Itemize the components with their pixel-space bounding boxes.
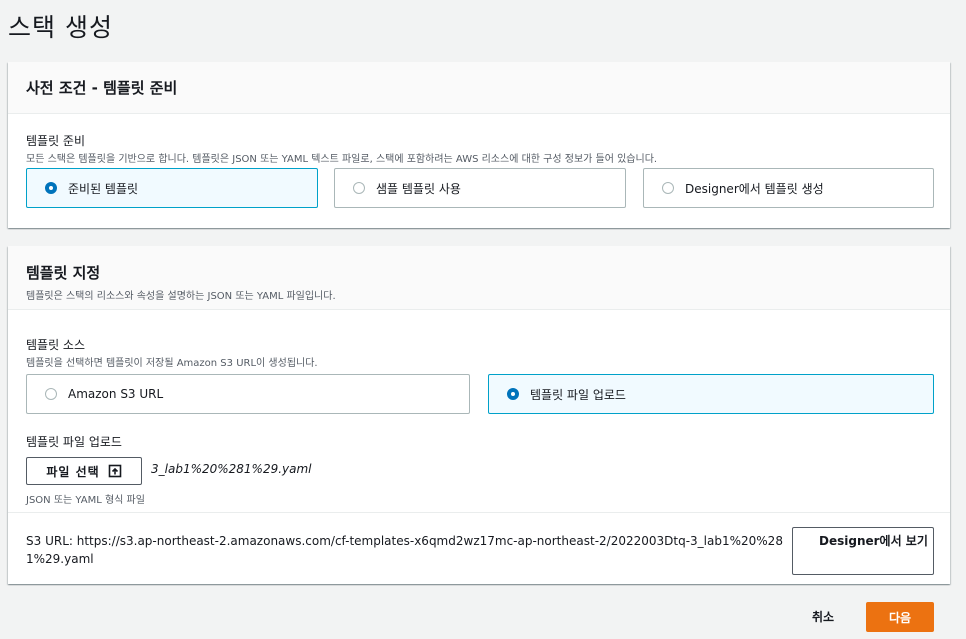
radio-unselected-icon — [353, 182, 365, 194]
template-source-field: 템플릿 소스 템플릿을 선택하면 템플릿이 저장될 Amazon S3 URL이… — [26, 336, 318, 369]
view-in-designer-button[interactable]: Designer에서 보기 — [792, 527, 934, 575]
option-designer-template-label: Designer에서 템플릿 생성 — [685, 181, 824, 196]
radio-unselected-icon — [662, 182, 674, 194]
upload-label: 템플릿 파일 업로드 — [26, 435, 122, 449]
upload-icon — [108, 464, 122, 478]
cancel-button[interactable]: 취소 — [812, 608, 834, 625]
template-prep-desc: 모든 스택은 템플릿을 기반으로 합니다. 템플릿은 JSON 또는 YAML … — [26, 154, 658, 165]
selected-file-name: 3_lab1%20%281%29.yaml — [151, 462, 312, 476]
file-format-hint: JSON 또는 YAML 형식 파일 — [26, 495, 145, 506]
template-source-desc: 템플릿을 선택하면 템플릿이 저장될 Amazon S3 URL이 생성됩니다. — [26, 358, 318, 369]
page-title: 스택 생성 — [8, 13, 113, 42]
next-button[interactable]: 다음 — [866, 602, 934, 632]
radio-selected-icon — [507, 388, 519, 400]
option-amazon-s3-url[interactable]: Amazon S3 URL — [26, 374, 470, 414]
choose-file-button[interactable]: 파일 선택 — [26, 457, 142, 485]
choose-file-label: 파일 선택 — [46, 464, 100, 479]
radio-unselected-icon — [45, 388, 57, 400]
specify-panel-title: 템플릿 지정 — [26, 264, 101, 282]
option-upload-file-label: 템플릿 파일 업로드 — [530, 387, 626, 402]
option-prepared-template-label: 준비된 템플릿 — [68, 181, 139, 196]
option-sample-template[interactable]: 샘플 템플릿 사용 — [334, 168, 626, 208]
radio-selected-icon — [45, 182, 57, 194]
prereq-panel: 사전 조건 - 템플릿 준비 템플릿 준비 모든 스택은 템플릿을 기반으로 합… — [8, 62, 950, 228]
prereq-panel-title: 사전 조건 - 템플릿 준비 — [26, 79, 178, 97]
option-designer-template[interactable]: Designer에서 템플릿 생성 — [643, 168, 934, 208]
specify-panel-header: 템플릿 지정 템플릿은 스택의 리소스와 속성을 설명하는 JSON 또는 YA… — [8, 246, 950, 310]
divider — [8, 512, 950, 513]
option-amazon-s3-url-label: Amazon S3 URL — [68, 387, 164, 401]
option-sample-template-label: 샘플 템플릿 사용 — [376, 181, 461, 196]
option-upload-file[interactable]: 템플릿 파일 업로드 — [488, 374, 934, 414]
template-source-label: 템플릿 소스 — [26, 338, 86, 352]
prereq-panel-header: 사전 조건 - 템플릿 준비 — [8, 62, 950, 114]
option-prepared-template[interactable]: 준비된 템플릿 — [26, 168, 318, 208]
template-prep-label: 템플릿 준비 — [26, 134, 86, 148]
s3-url-text: S3 URL: https://s3.ap-northeast-2.amazon… — [26, 534, 783, 566]
specify-panel-desc: 템플릿은 스택의 리소스와 속성을 설명하는 JSON 또는 YAML 파일입니… — [26, 291, 336, 302]
